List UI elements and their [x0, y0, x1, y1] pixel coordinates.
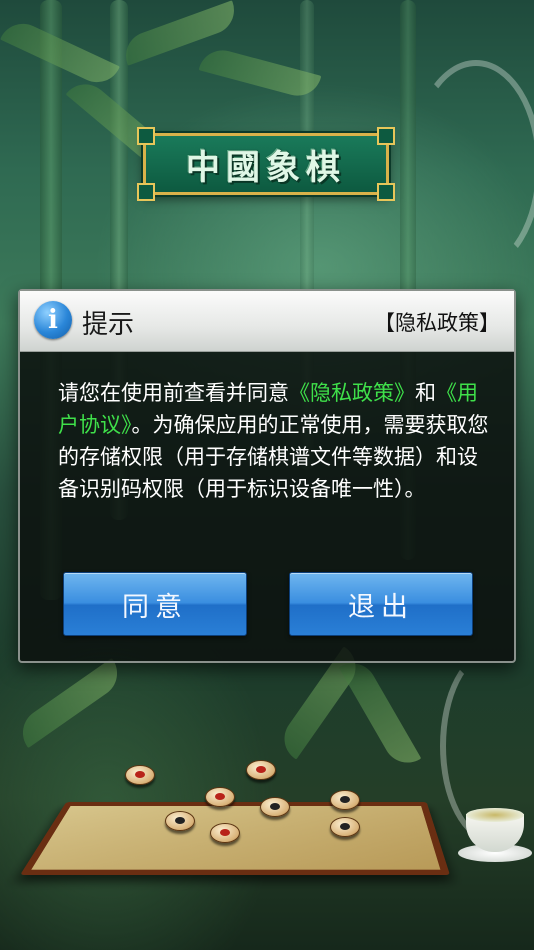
teacup-illustration [458, 808, 532, 862]
chess-piece [246, 760, 276, 780]
chess-piece [125, 765, 155, 785]
app-logo: 中國象棋 [137, 127, 395, 201]
chess-piece [210, 823, 240, 843]
logo-corner-ornament [137, 183, 155, 201]
chess-piece [260, 797, 290, 817]
dialog-message: 请您在使用前查看并同意《隐私政策》和《用户协议》。为确保应用的正常使用，需要获取… [58, 377, 490, 505]
dialog-header: i 提示 【隐私政策】 [20, 291, 514, 352]
logo-text: 中國象棋 [186, 147, 346, 188]
chess-piece [205, 787, 235, 807]
chess-piece [330, 817, 360, 837]
privacy-dialog: i 提示 【隐私政策】 请您在使用前查看并同意《隐私政策》和《用户协议》。为确保… [18, 289, 516, 663]
logo-corner-ornament [137, 127, 155, 145]
chess-board-illustration [20, 745, 450, 885]
dialog-title: 提示 [82, 310, 135, 340]
exit-button[interactable]: 退出 [289, 572, 473, 636]
privacy-policy-inline-link[interactable]: 《隐私政策》 [289, 381, 415, 405]
chess-piece [165, 811, 195, 831]
agree-button[interactable]: 同意 [63, 572, 247, 636]
smoke-swirl [410, 60, 534, 272]
chess-piece [330, 790, 360, 810]
message-text: 请您在使用前查看并同意 [58, 381, 289, 405]
message-text: 和 [415, 381, 436, 405]
info-icon: i [34, 301, 72, 339]
privacy-policy-link[interactable]: 【隐私政策】 [374, 307, 500, 337]
logo-corner-ornament [377, 127, 395, 145]
logo-corner-ornament [377, 183, 395, 201]
teacup-rim [466, 808, 524, 822]
bamboo-leaf [13, 657, 127, 749]
